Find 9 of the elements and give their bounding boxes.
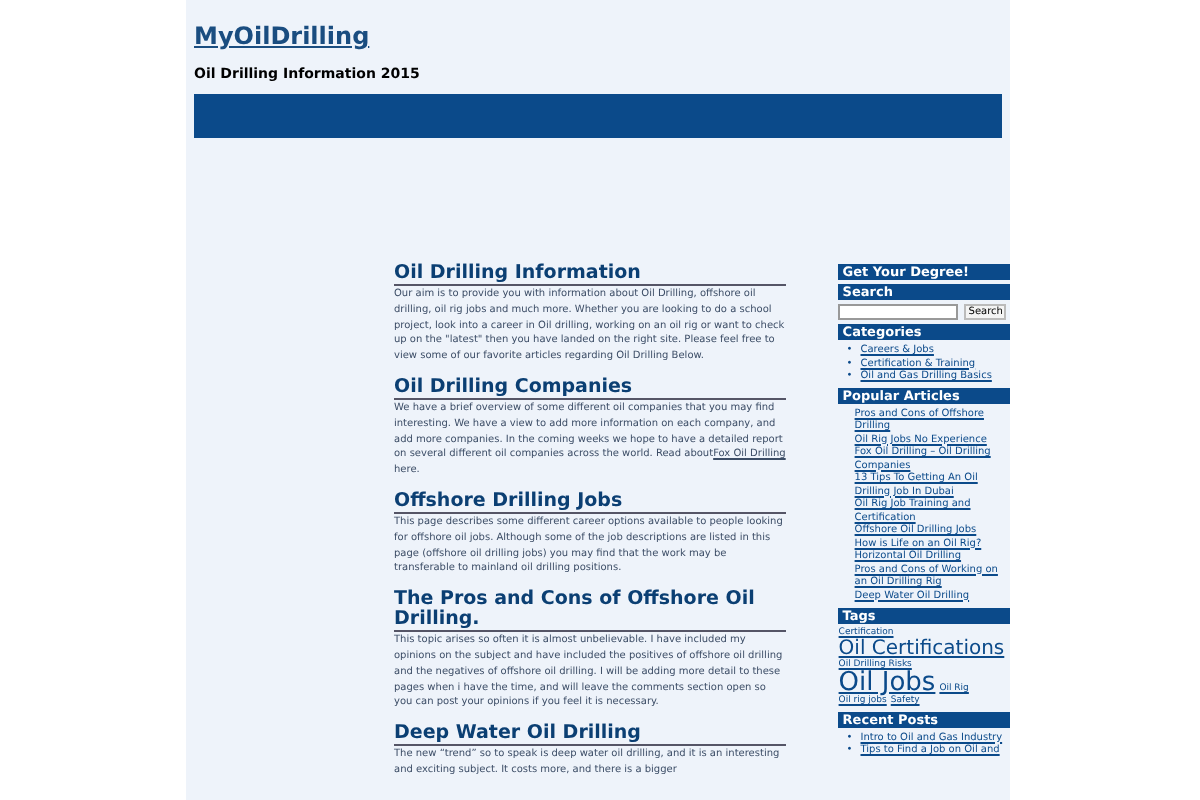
post-title: Deep Water Oil Drilling	[394, 724, 787, 747]
post-title: Oil Drilling Information	[394, 264, 787, 286]
tag-link[interactable]: Oil Jobs	[838, 670, 936, 696]
site-title-link[interactable]: MyOilDrilling	[194, 22, 370, 50]
post-title: Oil Drilling Companies	[394, 377, 787, 400]
post-title: Offshore Drilling Jobs	[394, 491, 787, 514]
tag-link[interactable]: Oil Certifications	[838, 639, 1005, 659]
post-title: The Pros and Cons of Offshore Oil Drilling.	[394, 590, 787, 633]
search-field[interactable]	[838, 304, 959, 320]
